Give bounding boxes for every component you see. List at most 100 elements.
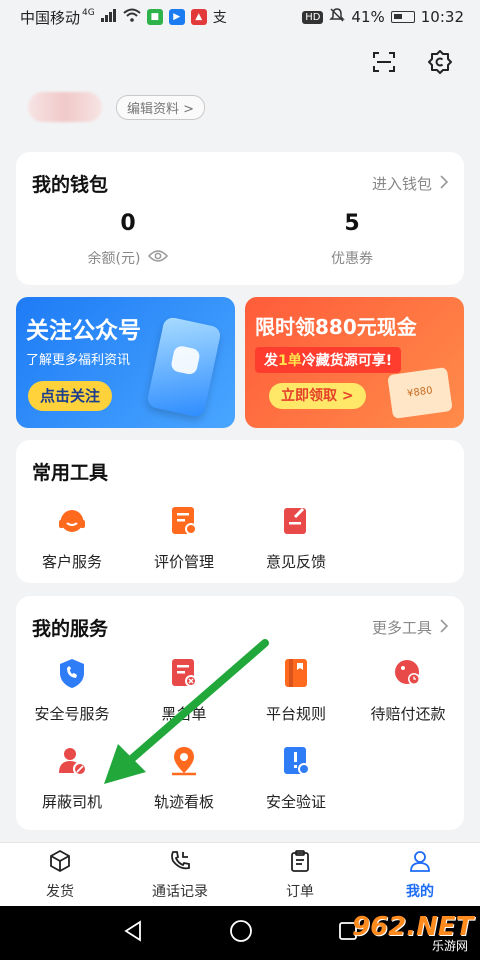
signal-icon bbox=[100, 8, 117, 26]
wifi-icon bbox=[123, 8, 141, 26]
profile-row: 编辑资料 > bbox=[28, 92, 206, 122]
wallet-values: 0 余额(元) 5 优惠券 bbox=[16, 211, 464, 268]
follow-button[interactable]: 点击关注 bbox=[28, 381, 113, 411]
tab-label: 订单 bbox=[286, 883, 314, 900]
balance-value: 0 bbox=[120, 211, 136, 236]
time-label: 10:32 bbox=[420, 8, 464, 26]
customer-service-icon bbox=[54, 503, 90, 539]
tab-label: 通话记录 bbox=[152, 883, 208, 900]
review-manage-icon bbox=[166, 503, 202, 539]
watermark-sub: 乐游网 bbox=[431, 939, 468, 953]
balance-label: 余额(元) bbox=[87, 251, 141, 267]
tool-customer-service[interactable]: 客户服务 bbox=[16, 503, 128, 572]
tools-row: 客户服务 评价管理 意见反馈 bbox=[16, 485, 464, 572]
enter-wallet-link[interactable]: 进入钱包 bbox=[372, 173, 449, 194]
top-actions bbox=[370, 48, 454, 76]
track-board-icon bbox=[166, 743, 202, 779]
service-block-driver[interactable]: 屏蔽司机 bbox=[16, 743, 128, 831]
follow-account-banner[interactable]: 关注公众号 了解更多福利资讯 点击关注 bbox=[16, 297, 235, 428]
service-label: 安全验证 bbox=[265, 793, 326, 811]
coupon-art-text: ¥880 bbox=[406, 385, 434, 400]
tab-orders[interactable]: 订单 bbox=[240, 843, 360, 906]
common-tools-card: 常用工具 客户服务 评价管理 意见反馈 bbox=[16, 440, 464, 583]
services-grid: 安全号服务 黑名单 平台规则 待赔付还款 屏蔽司机 轨迹看板 安全验证 bbox=[16, 641, 464, 831]
banner-left-subtitle: 了解更多福利资讯 bbox=[26, 353, 131, 368]
service-security-verify[interactable]: 安全验证 bbox=[240, 743, 352, 831]
mute-icon bbox=[329, 7, 346, 27]
tools-header: 常用工具 bbox=[16, 440, 464, 485]
tool-label: 评价管理 bbox=[153, 553, 214, 571]
banner-right-subtitle: 发1单冷藏货源可享! bbox=[255, 347, 402, 373]
claim-button[interactable]: 立即领取 > bbox=[269, 383, 366, 409]
network-label: 4G bbox=[82, 8, 95, 18]
tab-mine[interactable]: 我的 bbox=[360, 843, 480, 906]
alipay-icon: 支 bbox=[212, 10, 227, 26]
security-verify-icon bbox=[278, 743, 314, 779]
cash-promo-banner[interactable]: 限时领880元现金 发1单冷藏货源可享! 立即领取 > ¥880 bbox=[245, 297, 464, 428]
coupon-illustration-icon: ¥880 bbox=[387, 367, 453, 419]
services-header: 我的服务 更多工具 bbox=[16, 596, 464, 641]
app-notify-icon: ▲ bbox=[190, 9, 207, 25]
tool-review-manage[interactable]: 评价管理 bbox=[128, 503, 240, 572]
more-tools-label: 更多工具 bbox=[371, 619, 432, 637]
bottom-tab-bar: 发货 通话记录 订单 我的 bbox=[0, 842, 480, 906]
service-label: 轨迹看板 bbox=[153, 793, 214, 811]
banner-right-title: 限时领880元现金 bbox=[255, 315, 417, 339]
status-left: 中国移动 4G ■ ▶ ▲ 支 bbox=[20, 7, 227, 28]
tools-title: 常用工具 bbox=[32, 462, 109, 484]
home-icon[interactable] bbox=[229, 919, 253, 947]
banner-right-subtitle-prefix: 发 bbox=[264, 353, 278, 369]
tool-label: 客户服务 bbox=[41, 553, 102, 571]
wallet-title: 我的钱包 bbox=[32, 174, 109, 196]
banner-right-subtitle-suffix: 冷藏货源可享! bbox=[301, 353, 393, 369]
tool-label: 意见反馈 bbox=[265, 553, 326, 571]
settings-icon[interactable] bbox=[426, 48, 454, 76]
platform-rules-icon bbox=[278, 655, 314, 691]
my-services-card: 我的服务 更多工具 安全号服务 黑名单 平台规则 待赔付还款 屏蔽司机 轨迹看板… bbox=[16, 596, 464, 830]
app-notify-icon: ▶ bbox=[168, 9, 185, 25]
person-icon bbox=[408, 849, 432, 877]
box-icon bbox=[48, 849, 72, 877]
service-track-board[interactable]: 轨迹看板 bbox=[128, 743, 240, 831]
phone-record-icon bbox=[168, 849, 192, 877]
chevron-right-icon bbox=[440, 618, 449, 637]
services-title: 我的服务 bbox=[32, 618, 109, 640]
balance-block[interactable]: 0 余额(元) bbox=[16, 211, 240, 268]
hd-badge: HD bbox=[302, 10, 324, 24]
app-notify-icon: ■ bbox=[146, 9, 163, 25]
service-safe-number[interactable]: 安全号服务 bbox=[16, 655, 128, 743]
status-bar: 中国移动 4G ■ ▶ ▲ 支 HD 41% 10:32 bbox=[0, 0, 480, 34]
tab-label: 发货 bbox=[46, 883, 74, 900]
avatar[interactable] bbox=[28, 92, 102, 122]
block-driver-icon bbox=[54, 743, 90, 779]
balance-label-row: 余额(元) bbox=[88, 248, 169, 268]
coupon-label: 优惠券 bbox=[331, 251, 373, 267]
safe-number-icon bbox=[54, 655, 90, 691]
service-pending-repay[interactable]: 待赔付还款 bbox=[352, 655, 464, 743]
edit-profile-button[interactable]: 编辑资料 > bbox=[116, 94, 206, 120]
service-label: 黑名单 bbox=[161, 705, 207, 723]
tool-feedback[interactable]: 意见反馈 bbox=[240, 503, 352, 572]
tab-call-records[interactable]: 通话记录 bbox=[120, 843, 240, 906]
banner-left-title: 关注公众号 bbox=[26, 318, 141, 344]
back-icon[interactable] bbox=[122, 920, 144, 946]
eye-icon[interactable] bbox=[148, 249, 169, 267]
service-platform-rules[interactable]: 平台规则 bbox=[240, 655, 352, 743]
system-nav-bar: 962.NET 乐游网 bbox=[0, 906, 480, 960]
tab-label: 我的 bbox=[406, 883, 434, 900]
tab-ship[interactable]: 发货 bbox=[0, 843, 120, 906]
wallet-header: 我的钱包 进入钱包 bbox=[16, 152, 464, 197]
order-icon bbox=[288, 849, 312, 877]
blacklist-icon bbox=[166, 655, 202, 691]
coupon-value: 5 bbox=[344, 211, 360, 236]
battery-icon bbox=[390, 11, 415, 23]
service-label: 屏蔽司机 bbox=[41, 793, 102, 811]
coupon-block[interactable]: 5 优惠券 bbox=[240, 211, 464, 268]
service-blacklist[interactable]: 黑名单 bbox=[128, 655, 240, 743]
scan-icon[interactable] bbox=[370, 48, 398, 76]
site-watermark: 962.NET 乐游网 bbox=[348, 910, 474, 954]
service-label: 安全号服务 bbox=[34, 705, 110, 723]
service-label: 平台规则 bbox=[265, 705, 326, 723]
more-tools-link[interactable]: 更多工具 bbox=[371, 617, 449, 638]
wallet-card: 我的钱包 进入钱包 0 余额(元) 5 优惠券 bbox=[16, 152, 464, 285]
